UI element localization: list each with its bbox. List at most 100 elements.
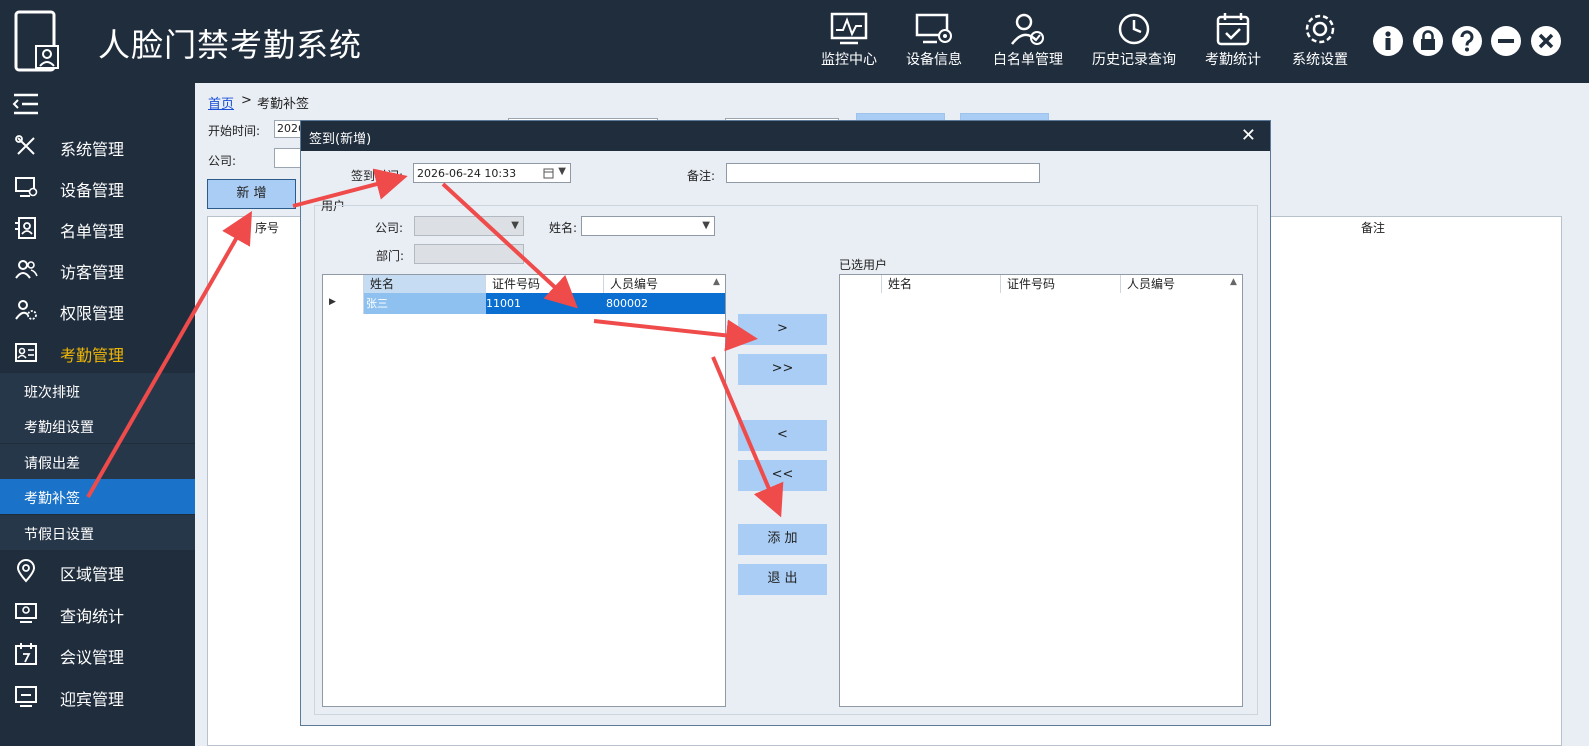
grid-header-id[interactable]: 证件号码 xyxy=(1001,275,1121,293)
dialog-close-icon[interactable]: ✕ xyxy=(1241,125,1256,146)
add-one-button[interactable]: > xyxy=(738,314,827,345)
breadcrumb-home[interactable]: 首页 xyxy=(208,93,234,112)
permission-icon xyxy=(15,300,37,320)
cell-name: 张三 xyxy=(366,297,388,310)
grid-header-id[interactable]: 证件号码 xyxy=(486,275,604,293)
add-all-button[interactable]: >> xyxy=(738,354,827,385)
sidebar-subitem-label: 节假日设置 xyxy=(24,527,94,543)
device-icon xyxy=(915,13,952,44)
sidebar-subitem-holiday[interactable]: 节假日设置 xyxy=(0,515,195,550)
sidebar-subitem-label: 考勤补签 xyxy=(24,491,80,507)
chevron-down-icon: ▼ xyxy=(558,166,566,177)
nav-history[interactable]: 历史记录查询 xyxy=(1088,8,1180,72)
close-icon xyxy=(1538,33,1554,49)
remark-input[interactable] xyxy=(726,163,1040,183)
table-header-remark: 备注 xyxy=(1361,221,1386,235)
cell-empno: 800002 xyxy=(606,297,648,310)
sidebar-item-attendance[interactable]: 考勤管理 xyxy=(0,331,195,372)
sidebar-subitem-attendance-group[interactable]: 考勤组设置 xyxy=(0,408,195,443)
nav-label: 设备信息 xyxy=(906,52,962,68)
meeting-icon xyxy=(15,643,37,665)
add-button[interactable]: 新 增 xyxy=(207,179,296,209)
visitor-icon xyxy=(15,260,38,279)
sidebar-item-label: 迎宾管理 xyxy=(60,690,125,709)
query-icon xyxy=(15,603,37,623)
tools-icon xyxy=(15,135,35,155)
users-grid[interactable]: 姓名 证件号码 人员编号 ▲ ▶ 张三 11001 800002 xyxy=(322,274,726,707)
table-row[interactable]: ▶ 张三 11001 800002 xyxy=(323,293,725,314)
minimize-button[interactable] xyxy=(1491,26,1521,56)
remove-one-button[interactable]: < xyxy=(738,420,827,451)
sidebar-item-permission[interactable]: 权限管理 xyxy=(0,289,195,330)
breadcrumb-current: 考勤补签 xyxy=(257,97,310,112)
lock-button[interactable] xyxy=(1413,26,1443,56)
grid-header-empno[interactable]: 人员编号 xyxy=(604,275,725,293)
lock-icon xyxy=(1421,30,1435,50)
sidebar-item-label: 访客管理 xyxy=(60,263,125,282)
name-select[interactable]: ▼ xyxy=(581,216,715,236)
remark-label: 备注: xyxy=(687,169,716,183)
grid-header-name[interactable]: 姓名 xyxy=(364,275,486,293)
attendance-icon xyxy=(15,343,37,362)
sidebar-item-label: 名单管理 xyxy=(60,222,125,241)
close-button[interactable] xyxy=(1531,26,1561,56)
grid-header-empno[interactable]: 人员编号 xyxy=(1121,275,1242,293)
remove-all-button[interactable]: << xyxy=(738,460,827,491)
nav-device-info[interactable]: 设备信息 xyxy=(900,8,968,72)
sidebar-item-system[interactable]: 系统管理 xyxy=(0,125,195,166)
calendar-icon xyxy=(543,168,554,179)
table-header-seq: 序号 xyxy=(255,221,280,235)
sidebar-item-welcome[interactable]: 迎宾管理 xyxy=(0,675,195,716)
sidebar-item-meeting[interactable]: 会议管理 xyxy=(0,633,195,674)
selected-users-label: 已选用户 xyxy=(839,258,888,272)
grid-header-name[interactable]: 姓名 xyxy=(881,275,1001,293)
sidebar-item-device[interactable]: 设备管理 xyxy=(0,166,195,207)
sidebar-item-label: 查询统计 xyxy=(60,607,125,626)
help-icon xyxy=(1460,30,1474,52)
sidebar-item-label: 权限管理 xyxy=(60,304,125,323)
sidebar-subitem-leave[interactable]: 请假出差 xyxy=(0,444,195,479)
sidebar-item-label: 会议管理 xyxy=(60,648,125,667)
sidebar-item-area[interactable]: 区域管理 xyxy=(0,550,195,591)
sort-up-icon: ▲ xyxy=(1230,277,1237,287)
nav-label: 监控中心 xyxy=(821,52,877,68)
name-label: 姓名: xyxy=(549,221,578,235)
sidebar-subitem-shift[interactable]: 班次排班 xyxy=(0,373,195,408)
welcome-icon xyxy=(15,686,37,707)
app-title: 人脸门禁考勤系统 xyxy=(98,26,363,64)
dept-select[interactable] xyxy=(414,244,524,264)
sidebar-item-visitor[interactable]: 访客管理 xyxy=(0,248,195,289)
selected-users-grid[interactable]: 姓名 证件号码 人员编号 ▲ xyxy=(839,274,1243,707)
nav-label: 白名单管理 xyxy=(993,52,1063,68)
sidebar: 系统管理 设备管理 名单管理 访客管理 权限管理 考勤管理 班次排班 考勤组设置… xyxy=(0,83,195,746)
minimize-icon xyxy=(1498,39,1514,43)
sidebar-subitem-supplement[interactable]: 考勤补签 xyxy=(0,479,195,514)
sidebar-item-query[interactable]: 查询统计 xyxy=(0,592,195,633)
info-button[interactable] xyxy=(1373,26,1403,56)
face-terminal-logo-icon xyxy=(14,10,59,72)
location-icon xyxy=(16,559,36,583)
start-time-label: 开始时间: xyxy=(208,124,261,138)
exit-button[interactable]: 退 出 xyxy=(738,564,827,595)
nav-attendance-stats[interactable]: 考勤统计 xyxy=(1198,8,1268,72)
nav-system-settings[interactable]: 系统设置 xyxy=(1286,8,1354,72)
checkin-time-value: 2026-06-24 10:33 xyxy=(417,167,517,180)
confirm-add-button[interactable]: 添 加 xyxy=(738,524,827,555)
dialog-title: 签到(新增) xyxy=(309,132,372,147)
chevron-down-icon: ▼ xyxy=(511,220,519,231)
row-selector: ▶ xyxy=(323,293,364,314)
nav-whitelist[interactable]: 白名单管理 xyxy=(988,8,1068,72)
gear-icon xyxy=(1305,14,1335,44)
help-button[interactable] xyxy=(1452,26,1482,56)
company-select[interactable]: ▼ xyxy=(414,216,524,236)
sidebar-item-label: 系统管理 xyxy=(60,140,125,159)
nav-monitor-center[interactable]: 监控中心 xyxy=(815,8,883,72)
dept-label: 部门: xyxy=(376,249,405,263)
collapse-menu-icon[interactable] xyxy=(12,92,40,116)
checkin-time-picker[interactable]: 2026-06-24 10:33 ▼ xyxy=(413,163,571,183)
checkin-time-label: 签到时间: xyxy=(351,169,404,183)
sidebar-item-namelist[interactable]: 名单管理 xyxy=(0,207,195,248)
sort-up-icon: ▲ xyxy=(713,277,720,287)
monitor-chart-icon xyxy=(830,12,868,45)
sidebar-item-label: 区域管理 xyxy=(60,565,125,584)
